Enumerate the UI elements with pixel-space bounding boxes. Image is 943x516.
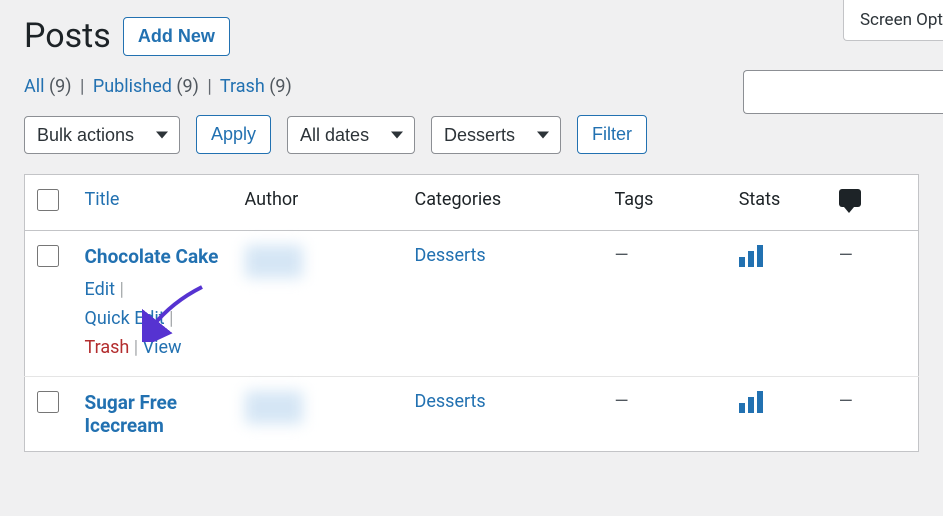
page-title: Posts [24, 16, 111, 56]
comments-cell: — [827, 377, 919, 452]
col-author[interactable]: Author [233, 175, 403, 231]
post-title-link[interactable]: Chocolate Cake [85, 245, 219, 268]
row-actions: Edit |Quick Edit |Trash | View [85, 276, 221, 362]
select-all-checkbox[interactable] [37, 189, 59, 211]
row-checkbox[interactable] [37, 391, 59, 413]
view-published-count: (9) [176, 76, 199, 97]
category-link[interactable]: Desserts [415, 245, 486, 266]
col-title[interactable]: Title [73, 175, 233, 231]
stats-icon[interactable] [739, 245, 763, 267]
row-checkbox[interactable] [37, 245, 59, 267]
col-categories[interactable]: Categories [403, 175, 603, 231]
view-all-count: (9) [49, 76, 72, 97]
view-link[interactable]: View [143, 337, 182, 358]
filter-button[interactable]: Filter [577, 115, 647, 154]
posts-table: Title Author Categories Tags Stats Choco… [24, 174, 919, 452]
comment-icon [839, 189, 861, 207]
col-tags[interactable]: Tags [603, 175, 727, 231]
edit-link[interactable]: Edit [85, 279, 115, 300]
view-trash-count: (9) [269, 76, 292, 97]
author-name[interactable]: ——— [245, 391, 303, 424]
col-stats[interactable]: Stats [727, 175, 827, 231]
quick-edit-link[interactable]: Quick Edit [85, 308, 165, 329]
col-comments[interactable] [827, 175, 919, 231]
tags-cell: — [603, 231, 727, 377]
search-input[interactable] [743, 70, 943, 114]
stats-icon[interactable] [739, 391, 763, 413]
post-title-link[interactable]: Sugar Free Icecream [85, 391, 178, 437]
table-row: Chocolate Cake Edit |Quick Edit |Trash | … [25, 231, 919, 377]
screen-options-button[interactable]: Screen Opt [843, 0, 943, 41]
date-filter-select[interactable]: All dates [287, 116, 415, 154]
bulk-actions-select[interactable]: Bulk actions [24, 116, 180, 154]
trash-link[interactable]: Trash [85, 337, 130, 358]
view-published[interactable]: Published [93, 76, 172, 97]
table-row: Sugar Free Icecream ——— Desserts — — [25, 377, 919, 452]
category-link[interactable]: Desserts [415, 391, 486, 412]
tags-cell: — [603, 377, 727, 452]
comments-cell: — [827, 231, 919, 377]
add-new-button[interactable]: Add New [123, 17, 230, 56]
apply-button[interactable]: Apply [196, 115, 271, 154]
view-trash[interactable]: Trash [220, 76, 265, 97]
author-name[interactable]: ——— [245, 245, 303, 278]
category-filter-select[interactable]: Desserts [431, 116, 561, 154]
view-all[interactable]: All [24, 76, 45, 97]
